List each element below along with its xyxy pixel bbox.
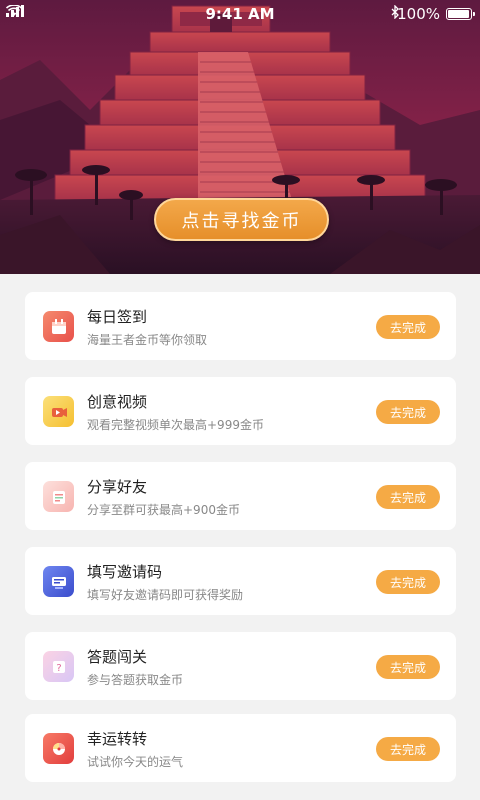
quiz-icon: ? bbox=[43, 651, 74, 682]
task-card-share-friends: 分享好友 分享至群可获最高+900金币 去完成 bbox=[25, 462, 456, 530]
task-card-daily-checkin: 每日签到 海量王者金币等你领取 去完成 bbox=[25, 292, 456, 360]
task-card-invite-code: 填写邀请码 填写好友邀请码即可获得奖励 去完成 bbox=[25, 547, 456, 615]
task-title: 每日签到 bbox=[87, 308, 148, 326]
task-card-lucky-wheel: 幸运转转 试试你今天的运气 去完成 bbox=[25, 714, 456, 782]
task-title: 幸运转转 bbox=[87, 730, 148, 748]
go-complete-button[interactable]: 去完成 bbox=[376, 400, 440, 424]
go-complete-button[interactable]: 去完成 bbox=[376, 737, 440, 761]
lucky-wheel-icon bbox=[43, 733, 74, 764]
task-title: 分享好友 bbox=[87, 478, 148, 496]
go-complete-button[interactable]: 去完成 bbox=[376, 485, 440, 509]
share-icon bbox=[43, 481, 74, 512]
invite-code-icon bbox=[43, 566, 74, 597]
go-complete-button[interactable]: 去完成 bbox=[376, 655, 440, 679]
calendar-icon bbox=[43, 311, 74, 342]
task-title: 创意视频 bbox=[87, 393, 148, 411]
svg-text:?: ? bbox=[56, 663, 61, 674]
task-desc: 填写好友邀请码即可获得奖励 bbox=[87, 588, 244, 602]
task-desc: 分享至群可获最高+900金币 bbox=[87, 503, 240, 517]
hero-banner: 9:41 AM 100% 点击寻找金币 bbox=[0, 0, 480, 274]
task-desc: 参与答题获取金币 bbox=[87, 673, 184, 687]
battery-icon bbox=[446, 8, 475, 20]
task-card-creative-video: 创意视频 观看完整视频单次最高+999金币 去完成 bbox=[25, 377, 456, 445]
go-complete-button[interactable]: 去完成 bbox=[376, 570, 440, 594]
task-desc: 试试你今天的运气 bbox=[87, 755, 184, 769]
task-desc: 观看完整视频单次最高+999金币 bbox=[87, 418, 264, 432]
task-card-quiz: ? 答题闯关 参与答题获取金币 去完成 bbox=[25, 632, 456, 700]
battery-percent: 100% bbox=[397, 5, 440, 23]
go-complete-button[interactable]: 去完成 bbox=[376, 315, 440, 339]
find-coins-button[interactable]: 点击寻找金币 bbox=[154, 198, 329, 241]
task-list: 每日签到 海量王者金币等你领取 去完成 创意视频 观看完整视频单次最高+999金… bbox=[0, 274, 480, 800]
video-icon bbox=[43, 396, 74, 427]
status-bar: 9:41 AM 100% bbox=[0, 0, 480, 28]
task-title: 填写邀请码 bbox=[87, 563, 163, 581]
task-title: 答题闯关 bbox=[87, 648, 148, 666]
task-desc: 海量王者金币等你领取 bbox=[87, 333, 208, 347]
